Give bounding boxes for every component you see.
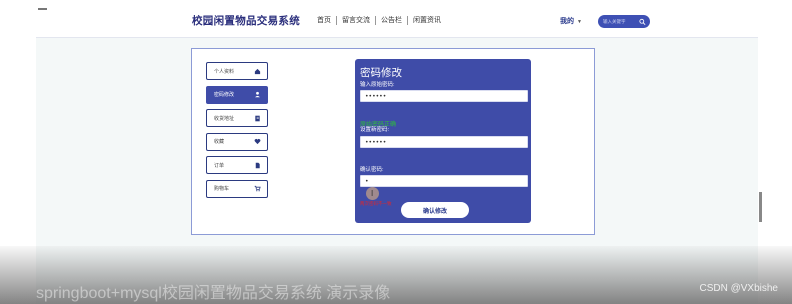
confirm-password-error: 两次密码不一致	[360, 201, 392, 206]
password-form: 密码修改 输入原始密码: 原始密码正确 设置新密码: 确认密码: I 两次密码不…	[355, 59, 531, 223]
sidebar-item-orders[interactable]: 订单	[206, 156, 268, 174]
new-password-input[interactable]	[360, 136, 528, 148]
nav-news[interactable]: 闲置资讯	[407, 16, 446, 25]
sidebar-item-profile[interactable]: 个人资料	[206, 62, 268, 80]
caret-down-icon: ▼	[577, 19, 582, 25]
top-navbar: 校园闲置物品交易系统 首页 留言交流 公告栏 闲置资讯 我的 ▼	[36, 0, 758, 38]
form-title: 密码修改	[360, 67, 402, 79]
sidebar-item-label: 个人资料	[214, 68, 235, 75]
mine-dropdown[interactable]: 我的 ▼	[560, 16, 582, 26]
sidebar-item-password[interactable]: 密码修改	[206, 85, 268, 104]
account-sidebar: 个人资料 密码修改 收货地址 收藏 订单 购物车	[206, 62, 268, 203]
minimize-mark	[38, 8, 47, 10]
old-password-input[interactable]	[360, 90, 528, 102]
confirm-password-input[interactable]	[360, 175, 528, 187]
sidebar-item-address[interactable]: 收货地址	[206, 109, 268, 127]
main-nav: 首页 留言交流 公告栏 闲置资讯	[312, 16, 446, 25]
sidebar-item-cart[interactable]: 购物车	[206, 179, 268, 198]
account-card: 个人资料 密码修改 收货地址 收藏 订单 购物车 密码修改 输入原始密码: ••…	[191, 48, 595, 235]
search-box	[598, 15, 650, 28]
address-book-icon	[255, 115, 260, 121]
old-password-label: 输入原始密码:	[360, 82, 395, 88]
heart-icon	[254, 139, 261, 145]
sidebar-item-label: 收货地址	[214, 115, 235, 122]
confirm-password-label: 确认密码:	[360, 167, 384, 173]
search-icon[interactable]	[639, 17, 646, 27]
home-icon	[254, 68, 261, 74]
mine-label: 我的	[560, 18, 574, 25]
nav-messages[interactable]: 留言交流	[336, 16, 375, 25]
sidebar-item-label: 订单	[214, 162, 225, 169]
video-caption: springboot+mysql校园闲置物品交易系统 演示录像	[36, 285, 391, 302]
search-input[interactable]	[603, 19, 637, 24]
sidebar-item-label: 购物车	[214, 186, 230, 192]
file-icon	[255, 162, 260, 168]
nav-home[interactable]: 首页	[312, 16, 336, 25]
cart-icon	[254, 185, 261, 192]
new-password-label: 设置新密码:	[360, 127, 390, 133]
sidebar-item-label: 收藏	[214, 139, 225, 145]
site-title[interactable]: 校园闲置物品交易系统	[192, 13, 300, 28]
user-icon	[255, 91, 260, 98]
watermark: CSDN @VXbishe	[699, 283, 778, 294]
sidebar-item-label: 密码修改	[214, 92, 235, 98]
confirm-change-button[interactable]: 确认修改	[401, 202, 469, 218]
nav-announcements[interactable]: 公告栏	[375, 16, 407, 25]
sidebar-item-favorites[interactable]: 收藏	[206, 132, 268, 151]
scrollbar[interactable]	[759, 192, 762, 222]
text-cursor-icon: I	[371, 189, 374, 198]
